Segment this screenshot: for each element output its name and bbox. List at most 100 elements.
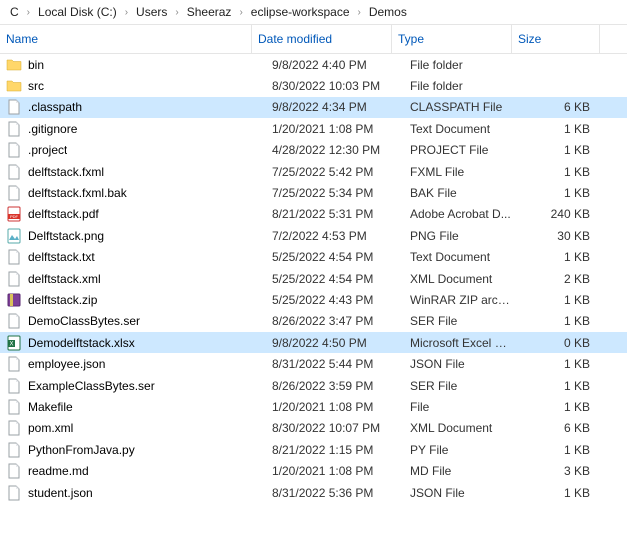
file-row[interactable]: .gitignore1/20/2021 1:08 PMText Document… xyxy=(0,118,627,139)
file-date-cell: 7/25/2022 5:42 PM xyxy=(252,165,392,179)
file-size-cell: 1 KB xyxy=(512,186,600,200)
file-type-cell: BAK File xyxy=(392,186,512,200)
file-icon xyxy=(6,313,22,329)
file-date-cell: 1/20/2021 1:08 PM xyxy=(252,122,392,136)
file-row[interactable]: src8/30/2022 10:03 PMFile folder xyxy=(0,75,627,96)
chevron-right-icon: › xyxy=(23,7,34,18)
file-row[interactable]: ExampleClassBytes.ser8/26/2022 3:59 PMSE… xyxy=(0,375,627,396)
file-size-cell: 1 KB xyxy=(512,165,600,179)
file-row[interactable]: PythonFromJava.py8/21/2022 1:15 PMPY Fil… xyxy=(0,439,627,460)
file-size-cell: 1 KB xyxy=(512,293,600,307)
file-name-label: delftstack.fxml xyxy=(28,165,104,179)
file-row[interactable]: .project4/28/2022 12:30 PMPROJECT File1 … xyxy=(0,140,627,161)
file-type-cell: CLASSPATH File xyxy=(392,100,512,114)
file-name-cell: delftstack.fxml xyxy=(0,164,252,180)
folder-icon xyxy=(6,57,22,73)
file-name-label: DemoClassBytes.ser xyxy=(28,314,140,328)
zip-icon xyxy=(6,292,22,308)
file-icon xyxy=(6,485,22,501)
file-name-cell: .gitignore xyxy=(0,121,252,137)
file-date-cell: 8/26/2022 3:47 PM xyxy=(252,314,392,328)
file-size-cell: 3 KB xyxy=(512,464,600,478)
file-name-label: readme.md xyxy=(28,464,89,478)
breadcrumb-item[interactable]: Users xyxy=(132,3,171,21)
file-type-cell: Text Document xyxy=(392,122,512,136)
chevron-right-icon: › xyxy=(235,7,246,18)
file-icon xyxy=(6,378,22,394)
column-header-type[interactable]: Type xyxy=(392,25,512,53)
file-row[interactable]: PDFdelftstack.pdf8/21/2022 5:31 PMAdobe … xyxy=(0,204,627,225)
file-date-cell: 1/20/2021 1:08 PM xyxy=(252,464,392,478)
file-name-label: student.json xyxy=(28,486,93,500)
file-name-cell: delftstack.xml xyxy=(0,271,252,287)
file-row[interactable]: delftstack.zip5/25/2022 4:43 PMWinRAR ZI… xyxy=(0,289,627,310)
file-type-cell: Text Document xyxy=(392,250,512,264)
breadcrumb-item[interactable]: Local Disk (C:) xyxy=(34,3,121,21)
file-icon xyxy=(6,142,22,158)
file-name-label: ExampleClassBytes.ser xyxy=(28,379,155,393)
file-date-cell: 5/25/2022 4:43 PM xyxy=(252,293,392,307)
file-icon xyxy=(6,99,22,115)
file-list: bin9/8/2022 4:40 PMFile foldersrc8/30/20… xyxy=(0,54,627,503)
file-type-cell: JSON File xyxy=(392,486,512,500)
file-icon xyxy=(6,185,22,201)
file-date-cell: 5/25/2022 4:54 PM xyxy=(252,250,392,264)
file-name-label: .classpath xyxy=(28,100,82,114)
file-type-cell: PY File xyxy=(392,443,512,457)
file-row[interactable]: DemoClassBytes.ser 8/26/2022 3:47 PMSER F… xyxy=(0,311,627,332)
file-type-cell: PNG File xyxy=(392,229,512,243)
file-name-label: delftstack.txt xyxy=(28,250,95,264)
breadcrumb-item[interactable]: C xyxy=(6,3,23,21)
file-name-cell: PythonFromJava.py xyxy=(0,442,252,458)
column-header-name[interactable]: Name xyxy=(0,25,252,53)
file-type-cell: MD File xyxy=(392,464,512,478)
file-row[interactable]: delftstack.txt 5/25/2022 4:54 PMText Docu… xyxy=(0,247,627,268)
file-row[interactable]: employee.json8/31/2022 5:44 PMJSON File1… xyxy=(0,353,627,374)
file-row[interactable]: readme.md 1/20/2021 1:08 PMMD File3 KB xyxy=(0,460,627,481)
file-row[interactable]: Delftstack.png7/2/2022 4:53 PMPNG File30… xyxy=(0,225,627,246)
file-type-cell: JSON File xyxy=(392,357,512,371)
file-row[interactable]: student.json8/31/2022 5:36 PMJSON File1 … xyxy=(0,482,627,503)
file-size-cell: 30 KB xyxy=(512,229,600,243)
file-row[interactable]: bin9/8/2022 4:40 PMFile folder xyxy=(0,54,627,75)
column-header-size[interactable]: Size xyxy=(512,25,600,53)
chevron-right-icon: › xyxy=(121,7,132,18)
file-date-cell: 8/30/2022 10:03 PM xyxy=(252,79,392,93)
file-date-cell: 1/20/2021 1:08 PM xyxy=(252,400,392,414)
file-row[interactable]: delftstack.fxml7/25/2022 5:42 PMFXML Fil… xyxy=(0,161,627,182)
file-type-cell: SER File xyxy=(392,379,512,393)
breadcrumb-item[interactable]: Demos xyxy=(365,3,411,21)
file-date-cell: 8/31/2022 5:44 PM xyxy=(252,357,392,371)
file-row[interactable]: delftstack.fxml.bak7/25/2022 5:34 PMBAK … xyxy=(0,182,627,203)
file-size-cell: 1 KB xyxy=(512,486,600,500)
file-row[interactable]: .classpath 9/8/2022 4:34 PMCLASSPATH File… xyxy=(0,97,627,118)
breadcrumb-item[interactable]: eclipse-workspace xyxy=(247,3,354,21)
file-type-cell: Adobe Acrobat D... xyxy=(392,207,512,221)
file-row[interactable]: XDemodelftstack.xlsx9/8/2022 4:50 PMMicr… xyxy=(0,332,627,353)
breadcrumb-item[interactable]: Sheeraz xyxy=(183,3,236,21)
file-name-cell: delftstack.txt xyxy=(0,249,252,265)
file-name-cell: .classpath xyxy=(0,99,252,115)
file-size-cell: 0 KB xyxy=(512,336,600,350)
file-type-cell: XML Document xyxy=(392,421,512,435)
file-icon xyxy=(6,420,22,436)
file-name-cell: Makefile xyxy=(0,399,252,415)
column-header-date[interactable]: Date modified xyxy=(252,25,392,53)
file-date-cell: 9/8/2022 4:34 PM xyxy=(252,100,392,114)
chevron-right-icon: › xyxy=(354,7,365,18)
file-name-cell: employee.json xyxy=(0,356,252,372)
file-size-cell: 240 KB xyxy=(512,207,600,221)
column-header-label: Size xyxy=(518,32,541,46)
file-name-cell: .project xyxy=(0,142,252,158)
file-name-cell: DemoClassBytes.ser xyxy=(0,313,252,329)
file-name-cell: student.json xyxy=(0,485,252,501)
column-header-label: Date modified xyxy=(258,32,332,46)
file-type-cell: SER File xyxy=(392,314,512,328)
file-name-cell: src xyxy=(0,78,252,94)
file-row[interactable]: delftstack.xml5/25/2022 4:54 PMXML Docum… xyxy=(0,268,627,289)
file-row[interactable]: pom.xml8/30/2022 10:07 PMXML Document6 K… xyxy=(0,418,627,439)
file-name-label: bin xyxy=(28,58,44,72)
file-type-cell: Microsoft Excel W... xyxy=(392,336,512,350)
file-name-label: delftstack.zip xyxy=(28,293,97,307)
file-row[interactable]: Makefile1/20/2021 1:08 PMFile1 KB xyxy=(0,396,627,417)
